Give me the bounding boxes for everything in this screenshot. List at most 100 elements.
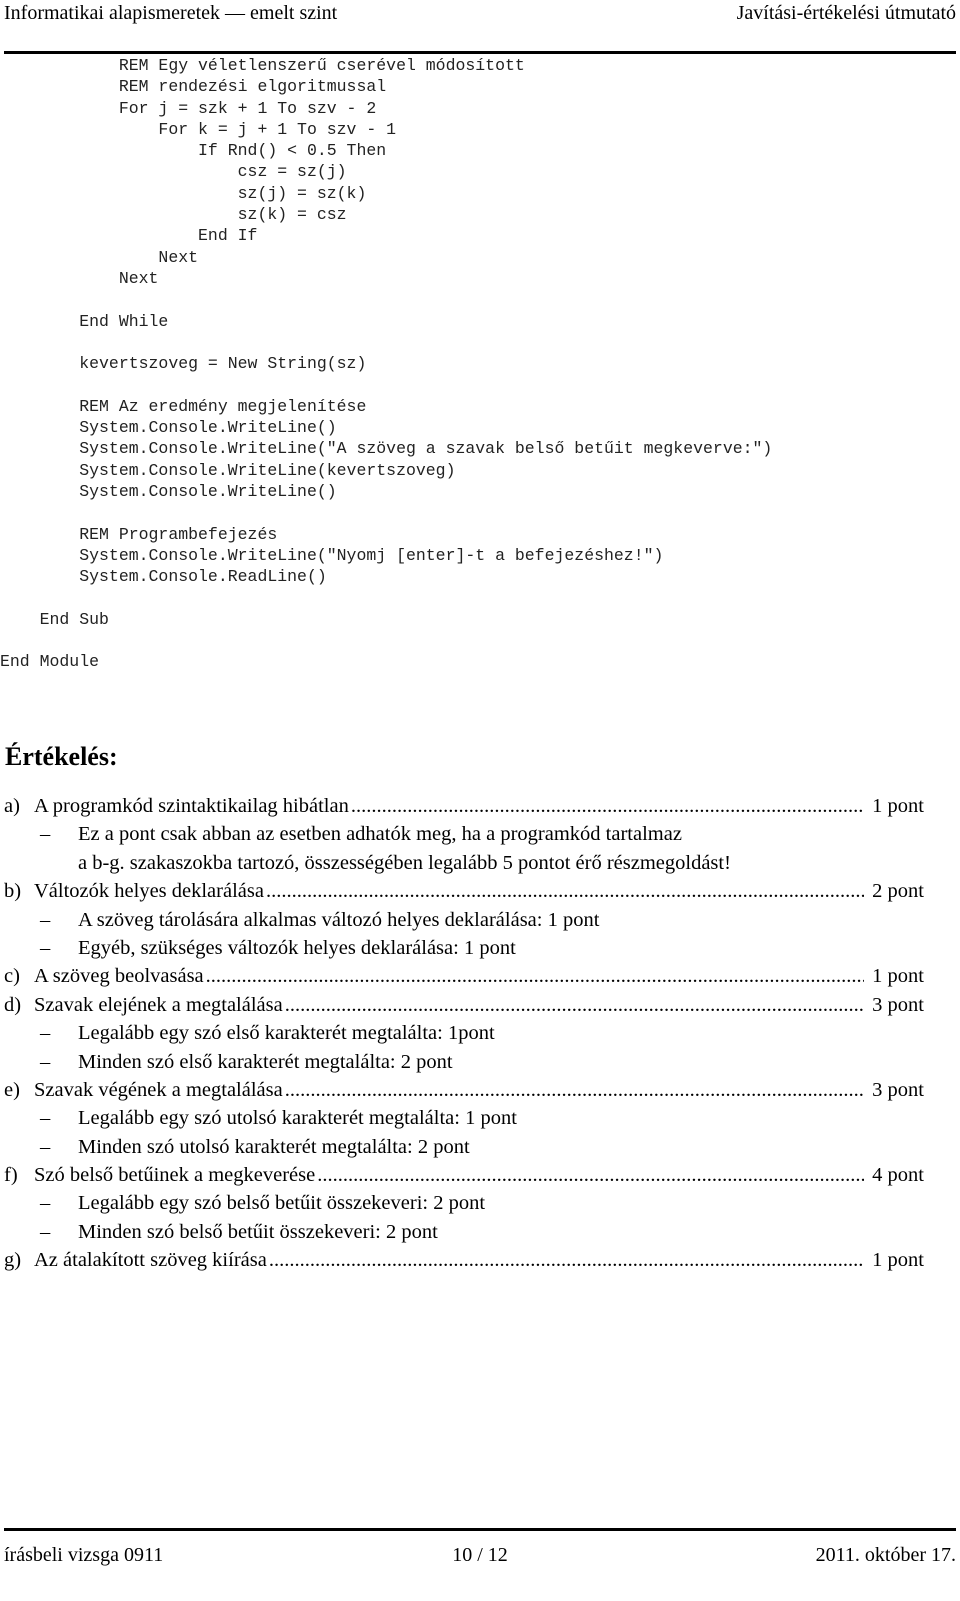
bullet-dash: – [40, 823, 51, 846]
code-line: Next [0, 268, 159, 288]
code-listing: REM Egy véletlenszerű cserével módosítot… [0, 55, 772, 673]
code-line: System.Console.WriteLine("A szöveg a sza… [0, 439, 773, 459]
scoring-subitem: a b-g. szakaszokba tartozó, összességébe… [4, 849, 924, 877]
bullet-dash: – [40, 1220, 51, 1243]
subitem-text: Minden szó utolsó karakterét megtalálta:… [78, 1135, 470, 1158]
scoring-subitem: – Legalább egy szó első karakterét megtal… [4, 1019, 924, 1047]
scoring-item: c) A szöveg beolvasása 1 pont [4, 962, 924, 990]
scoring-item: g) Az átalakított szöveg kiírása 1 pont [4, 1246, 924, 1274]
code-line: End Module [0, 652, 100, 672]
bullet-dash: – [40, 1022, 51, 1045]
subitem-text: Legalább egy szó belső betűit összekever… [78, 1192, 486, 1215]
item-letter: g) [4, 1249, 22, 1272]
item-points: 1 pont [872, 1249, 924, 1272]
dot-leader [285, 1076, 864, 1104]
bullet-dash: – [40, 1107, 51, 1130]
item-letter: b) [4, 880, 22, 903]
dot-leader [269, 1246, 864, 1274]
code-line: System.Console.WriteLine() [0, 418, 337, 438]
subitem-text: Minden szó belső betűit összekeveri: 2 p… [78, 1220, 438, 1243]
item-points: 1 pont [872, 965, 924, 988]
evaluation-title: Értékelés: [5, 742, 118, 771]
item-text: Változók helyes deklarálása [34, 880, 264, 903]
item-points: 3 pont [872, 993, 924, 1016]
page-header: Informatikai alapismeretek — emelt szint… [4, 0, 956, 26]
subitem-text: Legalább egy szó első karakterét megtalá… [78, 1022, 495, 1045]
code-line: System.Console.WriteLine("Nyomj [enter]-… [0, 545, 664, 565]
scoring-item: a) A programkód szintaktikailag hibátlan 1… [4, 792, 924, 820]
scoring-item: f) Szó belső betűinek a megkeverése 4 pont [4, 1161, 924, 1189]
dot-leader [266, 877, 864, 905]
item-text: Szavak végének a megtalálása [34, 1078, 283, 1101]
code-line: kevertszoveg = New String(sz) [0, 354, 367, 374]
item-text: Az átalakított szöveg kiírása [34, 1249, 267, 1272]
item-letter: c) [4, 965, 20, 988]
item-letter: a) [4, 795, 20, 817]
dot-leader [351, 792, 864, 820]
footer-date: 2011. október 17. [815, 1544, 956, 1566]
code-line: For k = j + 1 To szv - 1 [0, 119, 397, 139]
subitem-text: Legalább egy szó utolsó karakterét megta… [78, 1107, 517, 1130]
item-letter: e) [4, 1078, 20, 1101]
code-line: REM rendezési elgoritmussal [0, 77, 387, 97]
scoring-subitem: – Egyéb, szükséges változók helyes deklar… [4, 934, 924, 962]
item-letter: d) [4, 993, 22, 1016]
scoring-subitem: – Minden szó utolsó karakterét megtalálta… [4, 1133, 924, 1161]
item-points: 1 pont [872, 795, 924, 817]
item-letter: f) [4, 1164, 18, 1187]
bullet-dash: – [40, 1050, 51, 1073]
subitem-text: Ez a pont csak abban az esetben adhatók … [78, 823, 682, 846]
subitem-text: Minden szó első karakterét megtalálta: 2… [78, 1050, 453, 1073]
code-line: REM Programbefejezés [0, 524, 278, 544]
scoring-subitem: – Legalább egy szó belső betűit összekeve… [4, 1189, 924, 1217]
header-divider [4, 51, 956, 54]
scoring-list: a) A programkód szintaktikailag hibátlan 1… [4, 792, 924, 1275]
scoring-subitem: – Minden szó belső betűit összekeveri: 2 … [4, 1218, 924, 1246]
scoring-item: e) Szavak végének a megtalálása 3 pont [4, 1076, 924, 1104]
subitem-text: a b-g. szakaszokba tartozó, összességébe… [78, 851, 731, 874]
bullet-dash: – [40, 1192, 51, 1215]
code-line: If Rnd() < 0.5 Then [0, 141, 387, 161]
subitem-text: Egyéb, szükséges változók helyes deklará… [78, 936, 516, 959]
scoring-subitem: – Ez a pont csak abban az esetben adhatók… [4, 820, 924, 848]
item-text: A szöveg beolvasása [34, 965, 204, 988]
code-line: REM Az eredmény megjelenítése [0, 396, 367, 416]
code-line: End If [0, 226, 258, 246]
code-line: System.Console.ReadLine() [0, 567, 327, 587]
code-line: End Sub [0, 609, 109, 629]
scoring-subitem: – Legalább egy szó utolsó karakterét megt… [4, 1104, 924, 1132]
page-number: 10 / 12 [452, 1544, 508, 1566]
scoring-item: b) Változók helyes deklarálása 2 pont [4, 877, 924, 905]
code-line: For j = szk + 1 To szv - 2 [0, 98, 377, 118]
scoring-subitem: – Minden szó első karakterét megtalálta: … [4, 1048, 924, 1076]
item-points: 3 pont [872, 1078, 924, 1101]
page-footer: írásbeli vizsga 0911 10 / 12 2011. októb… [4, 1540, 956, 1570]
scoring-item: d) Szavak elejének a megtalálása 3 pont [4, 991, 924, 1019]
dot-leader [285, 991, 864, 1019]
code-line: End While [0, 311, 169, 331]
code-line: Next [0, 247, 199, 267]
footer-divider [4, 1528, 956, 1531]
code-line: sz(k) = csz [0, 205, 347, 225]
item-points: 2 pont [872, 880, 924, 903]
dot-leader [317, 1161, 864, 1189]
code-line: csz = sz(j) [0, 162, 347, 182]
dot-leader [206, 962, 865, 990]
code-line: sz(j) = sz(k) [0, 183, 367, 203]
bullet-dash: – [40, 1135, 51, 1158]
item-text: Szó belső betűinek a megkeverése [34, 1164, 316, 1187]
bullet-dash: – [40, 908, 51, 931]
item-text: Szavak elejének a megtalálása [34, 993, 283, 1016]
subitem-text: A szöveg tárolására alkalmas változó hel… [78, 908, 600, 931]
header-subject: Informatikai alapismeretek — emelt szint [4, 2, 338, 24]
scoring-subitem: – A szöveg tárolására alkalmas változó he… [4, 906, 924, 934]
code-line: REM Egy véletlenszerű cserével módosítot… [0, 56, 525, 75]
header-doc-type: Javítási-értékelési útmutató [736, 2, 956, 24]
item-points: 4 pont [872, 1164, 924, 1187]
